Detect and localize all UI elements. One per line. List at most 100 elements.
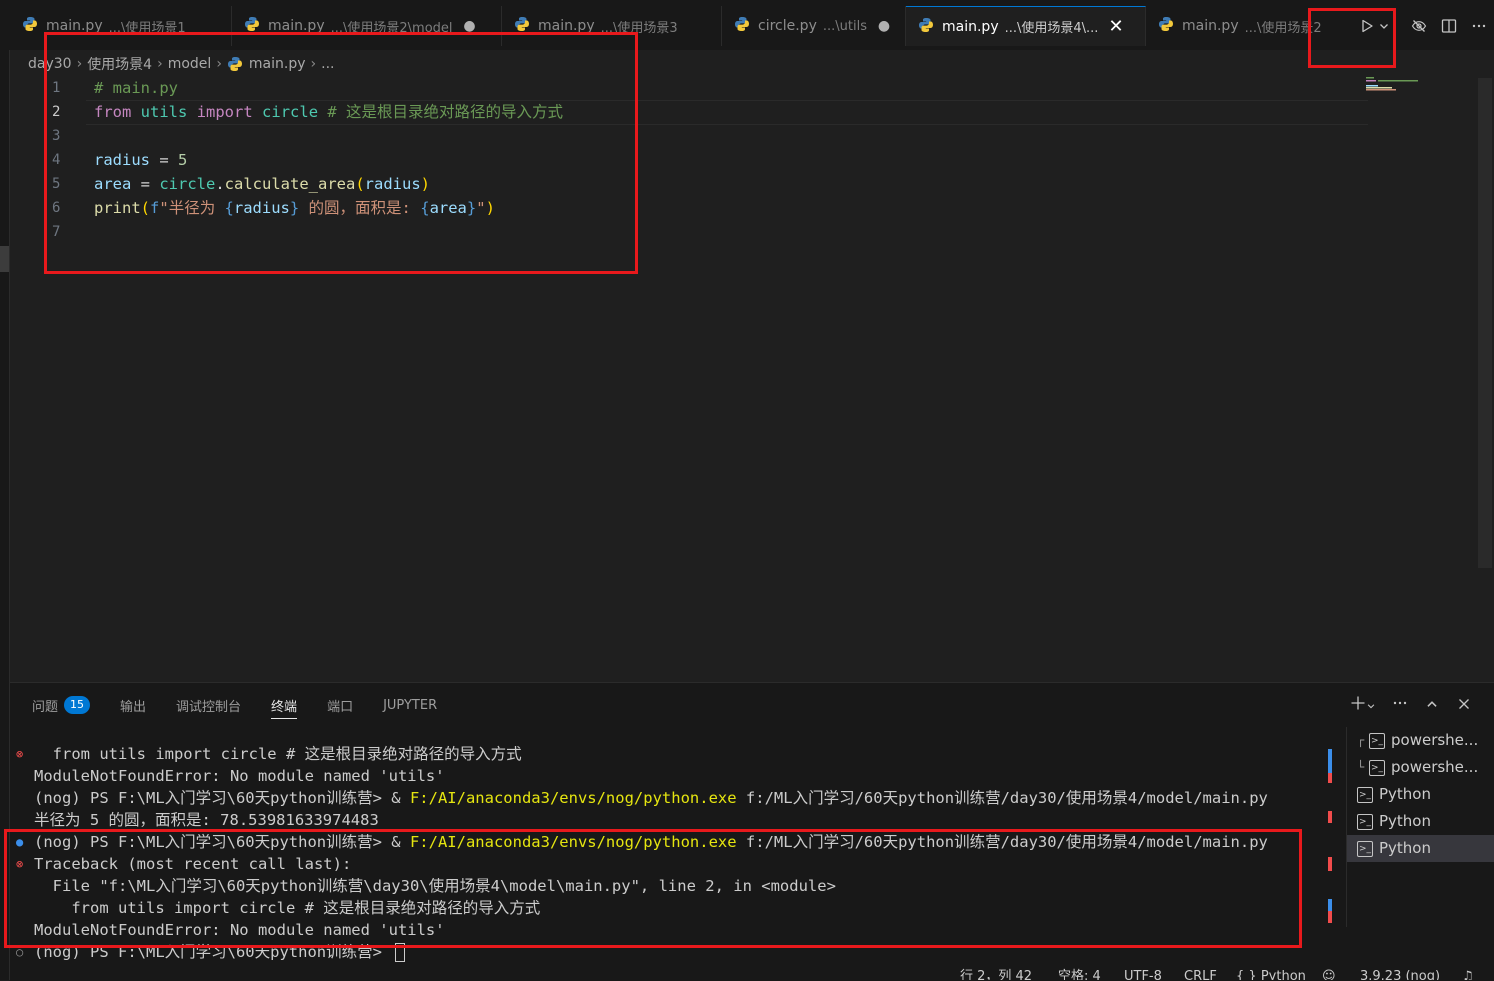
tab-filename: main.py xyxy=(538,18,595,34)
code-variable: area xyxy=(429,199,467,217)
error-decoration-icon[interactable]: ⊗ xyxy=(16,853,23,875)
line-number: 2 xyxy=(52,104,61,120)
terminal-prompt: (nog) PS F:\ML入门学习\60天python训练营> & xyxy=(34,833,410,851)
code-paren: ) xyxy=(420,175,431,193)
code-comment: # main.py xyxy=(94,79,178,97)
tab-circle-utils[interactable]: circle.py ...\utils ● xyxy=(722,6,906,46)
tab-main-scene4-active[interactable]: main.py ...\使用场景4\... ✕ xyxy=(906,6,1146,46)
notifications-icon[interactable]: ♫ xyxy=(1462,966,1474,980)
code-line[interactable]: 5 area = circle.calculate_area(radius) xyxy=(10,172,563,196)
terminal-instance-label: Python xyxy=(1379,785,1431,803)
code-comment: # 这是根目录绝对路径的导入方式 xyxy=(327,103,564,121)
chevron-down-icon xyxy=(1380,24,1388,29)
tab-problems-label: 问题 xyxy=(32,699,59,715)
terminal-instance-label: Python xyxy=(1379,812,1431,830)
maximize-panel-button[interactable] xyxy=(1416,696,1448,715)
tab-filename: main.py xyxy=(1182,18,1239,34)
code-line[interactable]: 3 xyxy=(10,124,563,148)
unsaved-dot-icon[interactable]: ● xyxy=(463,18,477,34)
cursor-position[interactable]: 行 2，列 42 xyxy=(960,966,1032,980)
status-bar: 行 2，列 42 空格: 4 UTF-8 CRLF { } Python ☺ 3… xyxy=(0,966,1494,980)
terminal-profile-dropdown[interactable] xyxy=(1364,696,1378,715)
code-lines: 1 # main.py 2 from utils import circle #… xyxy=(10,76,563,244)
tab-problems[interactable]: 问题 15 xyxy=(32,691,91,719)
python-file-icon xyxy=(22,16,38,36)
tab-debug-console[interactable]: 调试控制台 xyxy=(176,691,241,719)
terminal-line: from utils import circle # 这是根目录绝对路径的导入方… xyxy=(10,897,1326,919)
scroll-marker xyxy=(1328,811,1332,823)
breadcrumb-item-scene4[interactable]: 使用场景4 xyxy=(87,54,152,74)
python-file-icon xyxy=(514,16,530,36)
code-editor[interactable]: 1 # main.py 2 from utils import circle #… xyxy=(10,76,1476,681)
editor-scrollbar[interactable] xyxy=(1478,78,1492,568)
line-ending[interactable]: CRLF xyxy=(1184,966,1217,980)
panel-actions xyxy=(1342,691,1480,719)
terminal-instance[interactable]: └ >_ powershe... xyxy=(1347,754,1494,781)
terminal-prompt: (nog) PS F:\ML入门学习\60天python训练营> xyxy=(34,943,392,961)
tab-main-scene3[interactable]: main.py ...\使用场景3 xyxy=(502,6,722,46)
command-decoration-icon[interactable]: ● xyxy=(16,831,23,853)
more-actions-button[interactable] xyxy=(1464,11,1494,41)
tab-jupyter[interactable]: JUPYTER xyxy=(383,691,437,719)
copilot-icon[interactable]: ☺ xyxy=(1322,966,1336,980)
command-decoration-icon[interactable]: ○ xyxy=(16,941,23,963)
terminal-line: ⊗ from utils import circle # 这是根目录绝对路径的导… xyxy=(10,743,1326,765)
tab-main-scene1[interactable]: main.py ...\使用场景1 xyxy=(10,6,232,46)
breadcrumb-item-day30[interactable]: day30 xyxy=(28,56,72,72)
close-tab-icon[interactable]: ✕ xyxy=(1108,16,1123,37)
tab-main-scene2-model[interactable]: main.py ...\使用场景2\model ● xyxy=(232,6,502,46)
breadcrumb-item-symbols[interactable]: ... xyxy=(321,56,334,72)
terminal-instance-selected[interactable]: >_ Python xyxy=(1347,835,1494,862)
tab-ports[interactable]: 端口 xyxy=(327,691,353,719)
close-icon xyxy=(1459,698,1469,709)
run-options-dropdown[interactable] xyxy=(1376,11,1392,41)
indentation[interactable]: 空格: 4 xyxy=(1058,966,1101,980)
tab-path: ...\使用场景2 xyxy=(1244,20,1322,36)
terminal-instance[interactable]: >_ Python xyxy=(1347,808,1494,835)
code-line[interactable]: 2 from utils import circle # 这是根目录绝对路径的导… xyxy=(10,100,563,124)
tab-filename: main.py xyxy=(268,18,325,34)
terminal-text: File "f:\ML入门学习\60天python训练营\day30\使用场景4… xyxy=(34,877,836,895)
terminal-line: 半径为 5 的圆，面积是: 78.53981633974483 xyxy=(10,809,1326,831)
tab-terminal[interactable]: 终端 xyxy=(271,691,298,719)
minimap[interactable] xyxy=(1364,76,1474,96)
terminal-line: File "f:\ML入门学习\60天python训练营\day30\使用场景4… xyxy=(10,875,1326,897)
code-keyword: from xyxy=(94,103,132,121)
code-line[interactable]: 4 radius = 5 xyxy=(10,148,563,172)
unsaved-dot-icon[interactable]: ● xyxy=(877,18,891,34)
code-line[interactable]: 1 # main.py xyxy=(10,76,563,100)
tab-filename: main.py xyxy=(46,18,103,34)
play-icon xyxy=(1362,19,1373,33)
tab-path: ...\使用场景2\model xyxy=(330,20,453,36)
language-label: Python xyxy=(1260,969,1306,980)
code-line[interactable]: 7 xyxy=(10,220,563,244)
panel-more-button[interactable] xyxy=(1384,695,1416,715)
python-interpreter[interactable]: 3.9.23 (nog) xyxy=(1360,966,1440,980)
language-mode[interactable]: { } Python xyxy=(1236,966,1306,980)
terminal-instance[interactable]: >_ Python xyxy=(1347,781,1494,808)
editor-tab-bar: main.py ...\使用场景1 main.py ...\使用场景2\mode… xyxy=(0,0,1494,50)
file-encoding[interactable]: UTF-8 xyxy=(1124,966,1162,980)
error-decoration-icon[interactable]: ⊗ xyxy=(16,743,23,765)
terminal-instance-list: ┌ >_ powershe... └ >_ powershe... >_ Python >… xyxy=(1346,727,1494,927)
line-number: 3 xyxy=(52,128,61,144)
ellipsis-icon xyxy=(1393,701,1407,705)
code-line[interactable]: 6 print(f"半径为 {radius} 的圆，面积是: {area}") xyxy=(10,196,563,220)
breadcrumb-item-model[interactable]: model xyxy=(168,56,212,72)
activity-bar-edge xyxy=(0,50,10,980)
terminal-instance[interactable]: ┌ >_ powershe... xyxy=(1347,727,1494,754)
terminal-text: ModuleNotFoundError: No module named 'ut… xyxy=(34,767,445,785)
code-paren: ( xyxy=(140,199,151,217)
terminal-text: ModuleNotFoundError: No module named 'ut… xyxy=(34,921,445,939)
terminal-scrollbar[interactable] xyxy=(1328,743,1334,963)
ellipsis-icon xyxy=(1472,24,1486,28)
toggle-inline-preview-button[interactable] xyxy=(1404,11,1434,41)
terminal-output[interactable]: ⊗ from utils import circle # 这是根目录绝对路径的导… xyxy=(10,743,1326,981)
split-editor-button[interactable] xyxy=(1434,11,1464,41)
tab-path: ...\使用场景3 xyxy=(600,20,678,36)
code-string: 的圆，面积是: xyxy=(299,199,421,217)
close-panel-button[interactable] xyxy=(1448,696,1480,715)
tab-main-scene2[interactable]: main.py ...\使用场景2 xyxy=(1146,6,1346,46)
tab-output[interactable]: 输出 xyxy=(120,691,146,719)
breadcrumb-item-file[interactable]: main.py xyxy=(249,56,306,72)
